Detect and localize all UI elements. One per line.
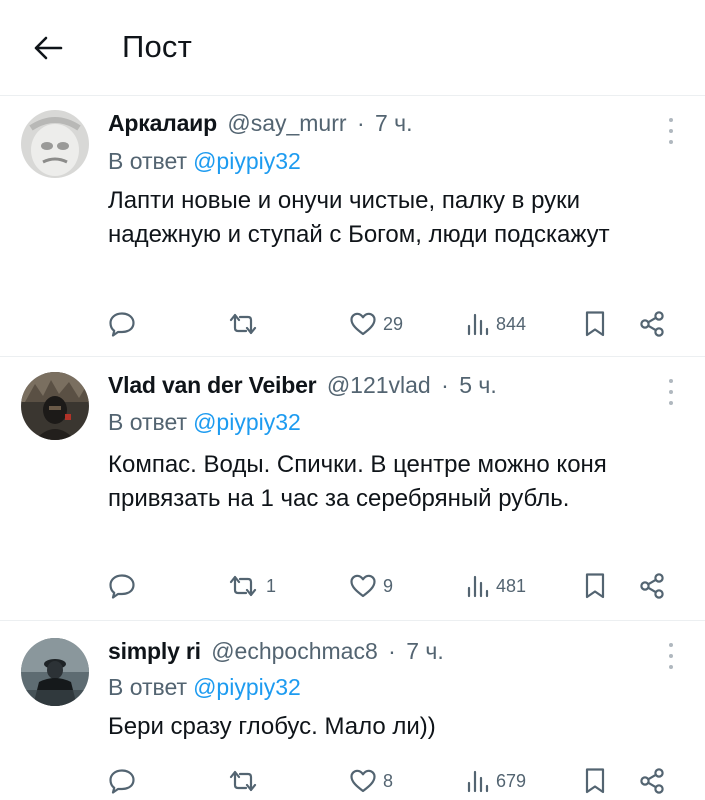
bookmark-button[interactable] [584,304,606,344]
author-name[interactable]: simply ri [108,638,201,664]
views-chart-icon [467,313,489,336]
avatar[interactable] [21,638,89,706]
tweet-2[interactable]: Vlad van der Veiber @121vlad · 5 ч. В от… [0,357,705,621]
retweet-icon [229,770,257,792]
dot [669,643,673,647]
retweet-icon [229,313,257,335]
dot [669,379,673,383]
view-count: 481 [496,575,527,596]
heart-icon [350,769,376,793]
reply-context: В ответ @piypiy32 [108,148,301,175]
separator-dot: · [356,110,365,136]
tweet-actions: 8 679 [0,761,705,800]
separator-dot: · [441,372,449,398]
reply-mention-link[interactable]: @piypiy32 [193,409,301,435]
like-button[interactable]: 9 [349,566,393,606]
dot [669,129,673,133]
retweet-count: 1 [266,575,277,596]
top-app-bar: Пост [0,0,705,96]
like-count: 8 [383,770,394,791]
share-icon [640,573,664,599]
share-button[interactable] [638,761,666,800]
tweet-header: Vlad van der Veiber @121vlad · 5 ч. [108,372,497,399]
heart-icon [350,574,376,598]
tweet-header: Аркалаир @say_murr · 7 ч. [108,110,413,137]
bookmark-icon [585,573,605,599]
tweet-header: simply ri @echpochmac8 · 7 ч. [108,638,444,665]
reply-prefix: В ответ [108,148,188,174]
reply-button[interactable] [108,304,142,344]
retweet-icon [229,575,257,597]
view-count: 679 [496,770,527,791]
reply-button[interactable] [108,566,142,606]
reply-mention-link[interactable]: @piypiy32 [193,674,301,700]
dot [669,401,673,405]
retweet-button[interactable]: 1 [226,566,276,606]
views-button[interactable]: 844 [466,304,526,344]
share-button[interactable] [638,304,666,344]
timestamp[interactable]: 5 ч. [459,372,497,398]
tweet-1[interactable]: Аркалаир @say_murr · 7 ч. В ответ @piypiy… [0,96,705,357]
views-button[interactable]: 679 [466,761,526,800]
bookmark-icon [585,311,605,337]
share-button[interactable] [638,566,666,606]
reply-icon [109,769,135,794]
more-options-button[interactable] [665,379,677,405]
page-title: Пост [122,29,193,64]
dot [669,654,673,658]
timestamp[interactable]: 7 ч. [406,638,444,664]
separator-dot: · [388,638,396,664]
like-count: 9 [383,575,394,596]
arrow-left-icon [34,36,63,60]
tweet-text: Лапти новые и онучи чистые, палку в руки… [108,187,610,248]
dot [669,118,673,122]
view-count: 844 [496,313,527,334]
author-name[interactable]: Vlad van der Veiber [108,372,317,398]
reply-context: В ответ @piypiy32 [108,674,301,701]
tweet-actions: 29 844 [0,304,705,344]
dot [669,665,673,669]
more-options-button[interactable] [665,118,677,144]
like-button[interactable]: 8 [349,761,393,800]
author-name[interactable]: Аркалаир [108,110,217,136]
like-count: 29 [383,313,404,334]
author-handle[interactable]: @say_murr [227,110,346,136]
reply-prefix: В ответ [108,674,188,700]
dot [669,140,673,144]
bookmark-icon [585,768,605,794]
tweet-text: Бери сразу глобус. Мало ли)) [108,713,436,740]
reply-mention-link[interactable]: @piypiy32 [193,148,301,174]
reply-icon [109,574,135,599]
author-handle[interactable]: @echpochmac8 [211,638,378,664]
share-icon [640,768,664,794]
retweet-button[interactable] [226,304,266,344]
bookmark-button[interactable] [584,761,606,800]
views-chart-icon [467,575,489,598]
tweet-3[interactable]: simply ri @echpochmac8 · 7 ч. В ответ @pi… [0,621,705,800]
tweet-text: Компас. Воды. Спички. В центре можно кон… [108,451,607,512]
avatar[interactable] [21,110,89,178]
avatar[interactable] [21,372,89,440]
share-icon [640,311,664,337]
bookmark-button[interactable] [584,566,606,606]
timestamp[interactable]: 7 ч. [375,110,413,136]
author-handle[interactable]: @121vlad [327,372,431,398]
views-button[interactable]: 481 [466,566,526,606]
reply-icon [109,312,135,337]
tweet-actions: 1 9 481 [0,566,705,606]
reply-button[interactable] [108,761,142,800]
heart-icon [350,312,376,336]
reply-prefix: В ответ [108,409,188,435]
back-button[interactable] [28,28,68,68]
views-chart-icon [467,770,489,793]
reply-context: В ответ @piypiy32 [108,409,301,436]
more-options-button[interactable] [665,643,677,669]
like-button[interactable]: 29 [349,304,403,344]
retweet-button[interactable] [226,761,266,800]
dot [669,390,673,394]
